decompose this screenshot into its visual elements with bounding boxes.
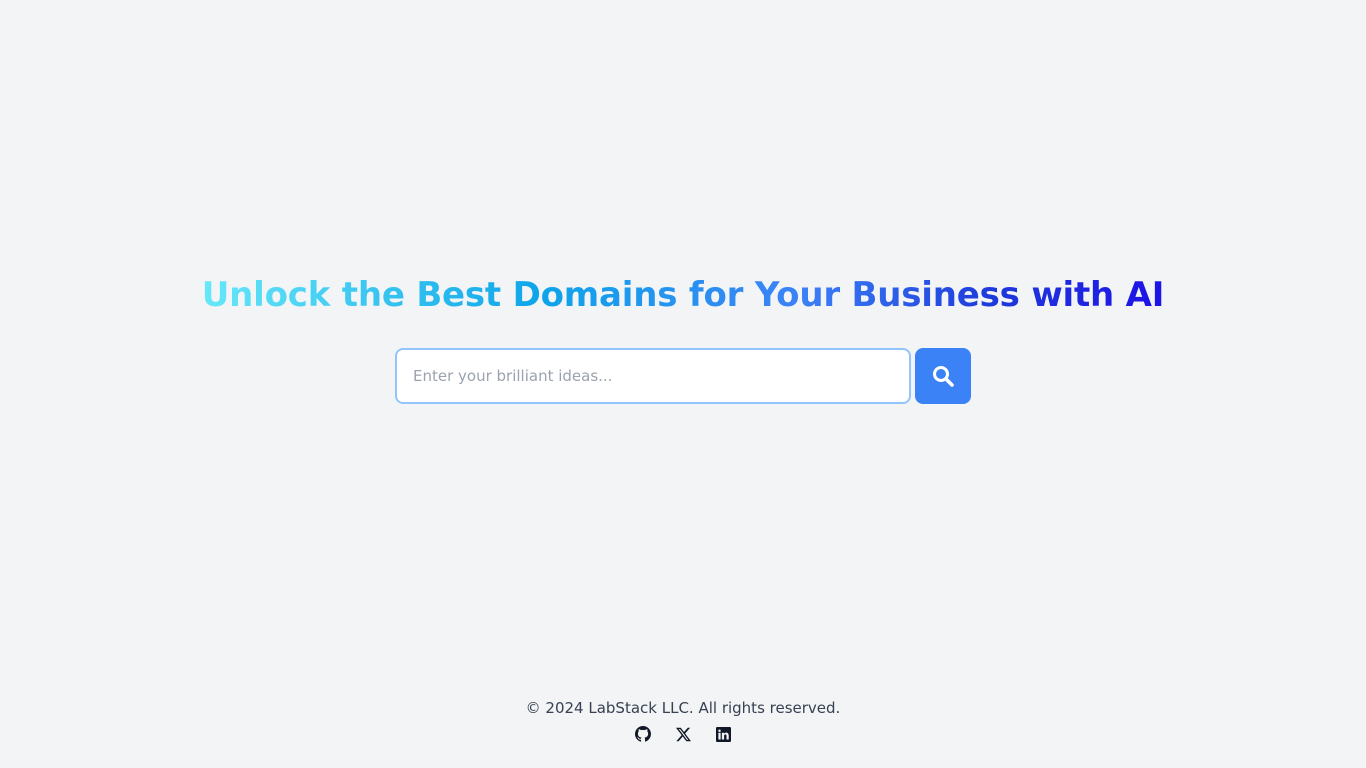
hero-title-text: Unlock the Best Domains for Your Busines… bbox=[201, 275, 1165, 315]
linkedin-icon bbox=[715, 726, 731, 742]
search-button[interactable] bbox=[915, 348, 971, 404]
github-icon bbox=[635, 726, 651, 742]
footer: © 2024 LabStack LLC. All rights reserved… bbox=[0, 696, 1366, 742]
search-input[interactable] bbox=[395, 348, 911, 404]
x-link[interactable] bbox=[675, 726, 691, 742]
search-bar bbox=[395, 348, 971, 404]
page: Unlock the Best Domains for Your Busines… bbox=[0, 0, 1366, 768]
copyright-text: © 2024 LabStack LLC. All rights reserved… bbox=[525, 699, 841, 717]
hero-title: Unlock the Best Domains for Your Busines… bbox=[0, 272, 1366, 318]
search-icon bbox=[933, 366, 954, 387]
linkedin-link[interactable] bbox=[715, 726, 731, 742]
x-icon bbox=[675, 727, 691, 741]
social-links bbox=[0, 726, 1366, 742]
github-link[interactable] bbox=[635, 726, 651, 742]
